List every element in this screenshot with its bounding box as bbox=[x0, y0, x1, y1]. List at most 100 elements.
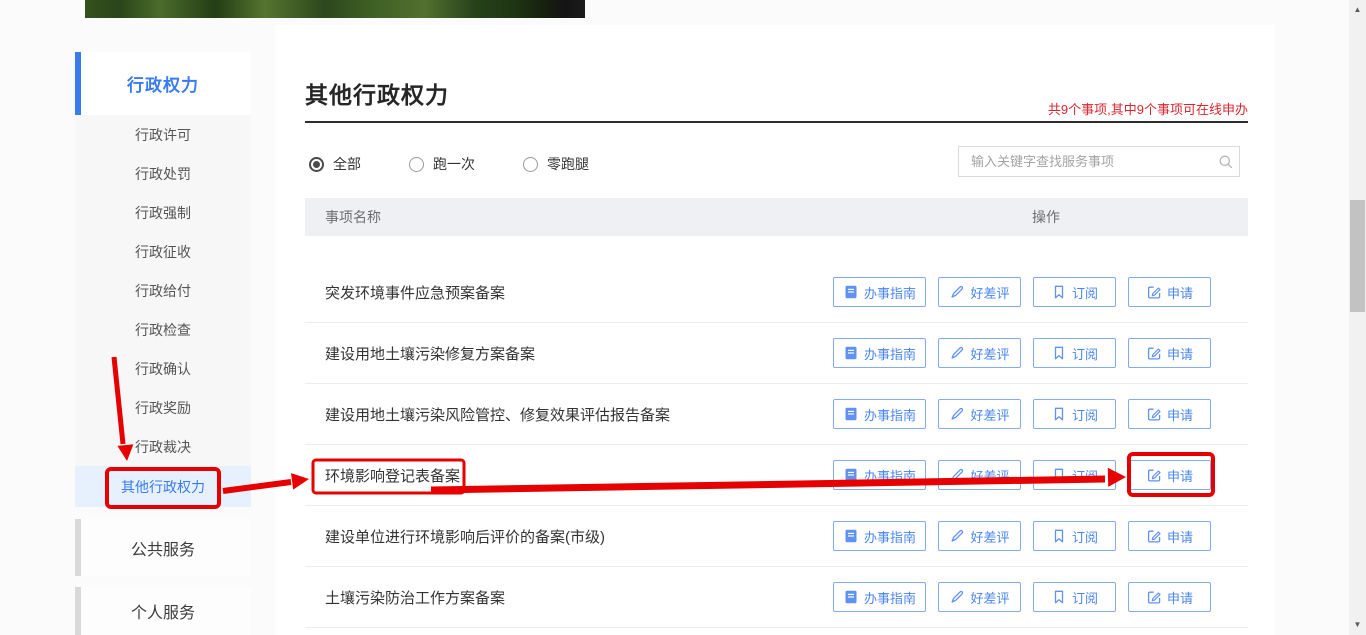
pen-icon bbox=[951, 468, 964, 481]
sidebar-item-xingzhengqueren[interactable]: 行政确认 bbox=[75, 349, 251, 388]
apply-button[interactable]: 申请 bbox=[1128, 338, 1211, 368]
subscribe-button[interactable]: 订阅 bbox=[1033, 277, 1116, 307]
sidebar-item-xingzhengchufa[interactable]: 行政处罚 bbox=[75, 154, 251, 193]
apply-button-target[interactable]: 申请 bbox=[1128, 460, 1211, 490]
guide-doc-icon bbox=[844, 285, 858, 299]
sidebar-section-public-service[interactable]: 公共服务 bbox=[75, 519, 251, 576]
guide-doc-icon bbox=[844, 590, 858, 604]
sidebar-item-xingzhenggeifu[interactable]: 行政给付 bbox=[75, 271, 251, 310]
radio-icon bbox=[409, 156, 424, 172]
column-header-item-name: 事项名称 bbox=[325, 209, 381, 225]
filter-radio-row: 全部 跑一次 零跑腿 bbox=[309, 154, 637, 174]
filter-zero-trip-label: 零跑腿 bbox=[547, 156, 589, 172]
subscribe-button[interactable]: 订阅 bbox=[1033, 521, 1116, 551]
service-list: 突发环境事件应急预案备案 办事指南 好差评 订阅 申请 建设用地土壤污染修复方案… bbox=[305, 236, 1248, 628]
pen-icon bbox=[951, 407, 964, 420]
review-button[interactable]: 好差评 bbox=[938, 399, 1021, 429]
edit-icon bbox=[1147, 469, 1161, 482]
sidebar-item-xingzhengjiangli[interactable]: 行政奖励 bbox=[75, 388, 251, 427]
review-button[interactable]: 好差评 bbox=[938, 521, 1021, 551]
title-divider bbox=[305, 121, 1248, 123]
review-button[interactable]: 好差评 bbox=[938, 460, 1021, 490]
review-button[interactable]: 好差评 bbox=[938, 582, 1021, 612]
subscribe-button[interactable]: 订阅 bbox=[1033, 460, 1116, 490]
sidebar-item-xingzhengqiangzhi[interactable]: 行政强制 bbox=[75, 193, 251, 232]
apply-button[interactable]: 申请 bbox=[1128, 399, 1211, 429]
review-button[interactable]: 好差评 bbox=[938, 277, 1021, 307]
filter-run-once[interactable]: 跑一次 bbox=[409, 154, 475, 174]
pen-icon bbox=[951, 285, 964, 298]
guide-doc-icon bbox=[844, 468, 858, 482]
scroll-down-arrow-icon[interactable]: ▼ bbox=[1349, 617, 1366, 633]
bookmark-icon bbox=[1054, 529, 1064, 543]
guide-doc-icon bbox=[844, 529, 858, 543]
pen-icon bbox=[951, 529, 964, 542]
radio-icon bbox=[523, 156, 538, 172]
table-row: 土壤污染防治工作方案备案 办事指南 好差评 订阅 申请 bbox=[305, 567, 1248, 628]
column-header-action: 操作 bbox=[1032, 209, 1060, 225]
sidebar-section-power[interactable]: 行政权力 bbox=[75, 52, 251, 115]
edit-icon bbox=[1147, 408, 1161, 421]
subscribe-button[interactable]: 订阅 bbox=[1033, 399, 1116, 429]
apply-button[interactable]: 申请 bbox=[1128, 277, 1211, 307]
apply-button[interactable]: 申请 bbox=[1128, 521, 1211, 551]
edit-icon bbox=[1147, 347, 1161, 360]
active-section-bar bbox=[75, 52, 81, 115]
section-left-bar bbox=[75, 587, 81, 635]
vertical-scrollbar[interactable]: ▲ ▼ bbox=[1349, 0, 1366, 635]
banner-photo-strip bbox=[85, 0, 585, 18]
item-name: 环境影响登记表备案 bbox=[325, 467, 461, 485]
bookmark-icon bbox=[1054, 346, 1064, 360]
review-button[interactable]: 好差评 bbox=[938, 338, 1021, 368]
item-name: 土壤污染防治工作方案备案 bbox=[325, 589, 506, 607]
search-input[interactable] bbox=[959, 154, 1213, 169]
sidebar-menu: 行政许可 行政处罚 行政强制 行政征收 行政给付 行政检查 行政确认 行政奖励 … bbox=[75, 115, 251, 507]
table-row: 建设用地土壤污染风险管控、修复效果评估报告备案 办事指南 好差评 订阅 申请 bbox=[305, 384, 1248, 445]
edit-icon bbox=[1147, 286, 1161, 299]
sidebar-item-xingzhengcaijue[interactable]: 行政裁决 bbox=[75, 427, 251, 466]
bookmark-icon bbox=[1054, 468, 1064, 482]
guide-doc-icon bbox=[844, 346, 858, 360]
items-count-summary: 共9个事项,其中9个事项可在线申办 bbox=[1047, 102, 1248, 117]
search-box bbox=[958, 146, 1240, 177]
bookmark-icon bbox=[1054, 407, 1064, 421]
personal-service-label: 个人服务 bbox=[130, 605, 195, 622]
guide-button[interactable]: 办事指南 bbox=[832, 399, 926, 429]
page-title: 其他行政权力 bbox=[305, 82, 449, 108]
guide-button[interactable]: 办事指南 bbox=[832, 582, 926, 612]
filter-run-once-label: 跑一次 bbox=[433, 156, 475, 172]
guide-button[interactable]: 办事指南 bbox=[832, 277, 926, 307]
sidebar-section-title: 行政权力 bbox=[127, 76, 199, 95]
table-row: 建设用地土壤污染修复方案备案 办事指南 好差评 订阅 申请 bbox=[305, 323, 1248, 384]
item-name: 建设单位进行环境影响后评价的备案(市级) bbox=[325, 528, 605, 546]
filter-all[interactable]: 全部 bbox=[309, 154, 361, 174]
apply-button[interactable]: 申请 bbox=[1128, 582, 1211, 612]
guide-button[interactable]: 办事指南 bbox=[832, 460, 926, 490]
table-row: 突发环境事件应急预案备案 办事指南 好差评 订阅 申请 bbox=[305, 262, 1248, 323]
edit-icon bbox=[1147, 530, 1161, 543]
sidebar-item-xingzhengzhengshou[interactable]: 行政征收 bbox=[75, 232, 251, 271]
sidebar-section-personal-service[interactable]: 个人服务 bbox=[75, 587, 251, 635]
magnifier-icon[interactable] bbox=[1213, 154, 1239, 170]
scroll-up-arrow-icon[interactable]: ▲ bbox=[1349, 2, 1366, 18]
guide-doc-icon bbox=[844, 407, 858, 421]
item-name: 突发环境事件应急预案备案 bbox=[325, 284, 506, 302]
filter-all-label: 全部 bbox=[333, 156, 361, 172]
guide-button[interactable]: 办事指南 bbox=[832, 521, 926, 551]
subscribe-button[interactable]: 订阅 bbox=[1033, 582, 1116, 612]
page: 行政权力 行政许可 行政处罚 行政强制 行政征收 行政给付 行政检查 行政确认 … bbox=[0, 0, 1366, 635]
sidebar-item-xingzhengxuke[interactable]: 行政许可 bbox=[75, 115, 251, 154]
sidebar-item-other-powers-active[interactable]: 其他行政权力 bbox=[75, 466, 251, 507]
bookmark-icon bbox=[1054, 590, 1064, 604]
filter-zero-trip[interactable]: 零跑腿 bbox=[523, 154, 589, 174]
guide-button[interactable]: 办事指南 bbox=[832, 338, 926, 368]
bookmark-icon bbox=[1054, 285, 1064, 299]
sidebar-item-xingzhengjiancha[interactable]: 行政检查 bbox=[75, 310, 251, 349]
scrollbar-thumb[interactable] bbox=[1350, 200, 1365, 312]
edit-icon bbox=[1147, 591, 1161, 604]
section-left-bar bbox=[75, 519, 81, 576]
item-name: 建设用地土壤污染风险管控、修复效果评估报告备案 bbox=[325, 406, 671, 424]
item-name: 建设用地土壤污染修复方案备案 bbox=[325, 345, 536, 363]
table-row-annotated: 环境影响登记表备案 办事指南 好差评 订阅 申请 bbox=[305, 445, 1248, 506]
subscribe-button[interactable]: 订阅 bbox=[1033, 338, 1116, 368]
